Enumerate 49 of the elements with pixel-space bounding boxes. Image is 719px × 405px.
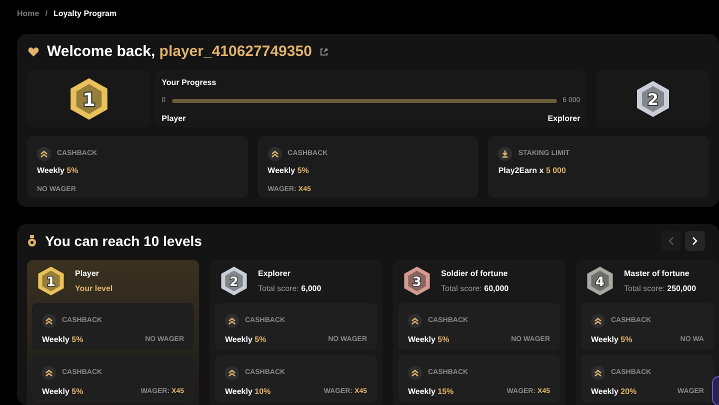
total-score: Total score: 60,000 bbox=[441, 282, 509, 294]
chevron-icon-badge bbox=[225, 314, 239, 328]
breadcrumb-link[interactable]: Home bbox=[17, 8, 40, 20]
total-score: Total score: 6,000 bbox=[258, 282, 322, 294]
benefit-value: Weekly 5% bbox=[225, 334, 266, 346]
total-score: Total score: 250,000 bbox=[624, 282, 696, 294]
level-badge-icon: 4 bbox=[584, 265, 616, 297]
perk-value: Play2Earn x 5 000 bbox=[498, 165, 567, 177]
level-badge-icon: 2 bbox=[218, 265, 250, 297]
welcome-title: Welcome back, player_410627749350 bbox=[47, 42, 312, 62]
chevron-icon-badge bbox=[591, 366, 605, 380]
chevron-icon-badge bbox=[37, 147, 51, 161]
perk-value: Weekly 5% bbox=[37, 165, 80, 177]
chat-button[interactable] bbox=[712, 376, 719, 405]
chevron-icon-badge bbox=[268, 147, 282, 161]
level-subtitle: Your level bbox=[75, 282, 113, 294]
next-level-name: Explorer bbox=[548, 112, 580, 124]
breadcrumb-separator: / bbox=[45, 8, 48, 20]
level-name: Explorer bbox=[258, 268, 292, 280]
medal-icon bbox=[27, 235, 37, 247]
external-link-icon[interactable] bbox=[320, 48, 328, 56]
benefit-value: Weekly 5% bbox=[408, 334, 450, 346]
level-badge-icon: 3 bbox=[401, 265, 433, 297]
chevron-icon-badge bbox=[42, 314, 56, 328]
level-name: Soldier of fortune bbox=[441, 268, 509, 280]
benefit-value: Weekly 10% bbox=[225, 386, 271, 398]
level-name: Player bbox=[75, 268, 100, 280]
chevron-icon-badge bbox=[42, 366, 56, 380]
benefit-value: Weekly 5% bbox=[42, 334, 84, 346]
progress-title: Your Progress bbox=[162, 77, 218, 89]
download-icon bbox=[498, 147, 512, 161]
levels-title: You can reach 10 levels bbox=[45, 232, 202, 250]
benefit-value: Weekly 5% bbox=[591, 334, 632, 346]
chevron-left-icon bbox=[668, 237, 674, 245]
chevron-right-icon bbox=[692, 237, 698, 245]
level-name: Master of fortune bbox=[624, 268, 690, 280]
heart-icon bbox=[28, 47, 39, 57]
breadcrumb-link[interactable]: Loyalty Program bbox=[53, 8, 117, 20]
next-button[interactable] bbox=[685, 231, 705, 251]
current-level-name: Player bbox=[162, 112, 186, 124]
benefit-value: Weekly 15% bbox=[408, 386, 454, 398]
chevron-icon-badge bbox=[225, 366, 239, 380]
chevron-icon-badge bbox=[408, 314, 422, 328]
chevron-icon-badge bbox=[591, 314, 605, 328]
chevron-icon-badge bbox=[408, 366, 422, 380]
perk-value: Weekly 5% bbox=[268, 165, 310, 177]
benefit-value: Weekly 20% bbox=[591, 386, 637, 398]
level-badge-icon: 1 bbox=[35, 265, 67, 297]
benefit-value: Weekly 5% bbox=[42, 386, 84, 398]
